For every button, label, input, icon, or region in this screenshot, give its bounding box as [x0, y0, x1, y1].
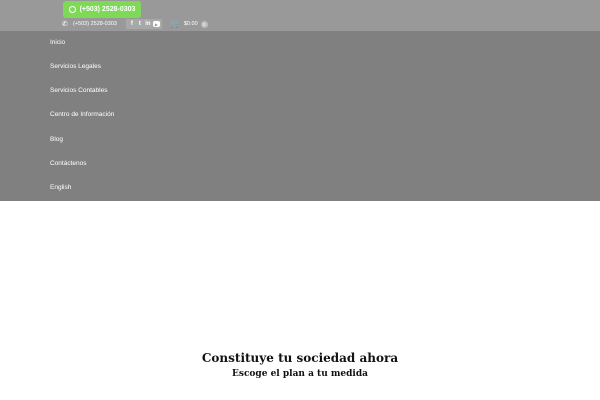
facebook-icon[interactable]: f [128, 20, 136, 28]
phone-icon: ✆ [62, 20, 68, 28]
nav-item-centro-de-informacion[interactable]: Centro de Información [50, 111, 114, 118]
nav-item-servicios-legales[interactable]: Servicios Legales [50, 63, 101, 70]
phone-number[interactable]: (+503) 2528-0303 [73, 21, 117, 27]
social-links: f t in ▶ [125, 19, 162, 29]
linkedin-icon[interactable]: in [144, 20, 152, 28]
mobile-nav-menu: Inicio Servicios Legales Servicios Conta… [0, 31, 600, 201]
nav-item-servicios-contables[interactable]: Servicios Contables [50, 87, 107, 94]
cart-icon: 🛒 [170, 19, 181, 28]
whatsapp-label: (+503) 2528-0303 [79, 6, 136, 13]
nav-item-english[interactable]: English [50, 184, 71, 191]
whatsapp-icon [68, 6, 76, 13]
nav-item-blog[interactable]: Blog [50, 136, 63, 143]
nav-item-contactenos[interactable]: Contáctenos [50, 160, 87, 167]
top-bar: (+503) 2528-0303 ✆ (+503) 2528-0303 f t … [0, 0, 600, 31]
cart-total: $0.00 [183, 21, 198, 27]
youtube-icon[interactable]: ▶ [152, 21, 160, 27]
cart-link[interactable]: 🛒 $0.00 0 [171, 20, 208, 28]
nav-item-inicio[interactable]: Inicio [50, 39, 65, 46]
contact-row: ✆ (+503) 2528-0303 f t in ▶ 🛒 $0.00 0 [62, 18, 208, 30]
twitter-icon[interactable]: t [136, 20, 144, 28]
hero-subtitle: Escoge el plan a tu medida [232, 369, 368, 379]
hero-title: Constituye tu sociedad ahora [201, 351, 399, 365]
cart-count-badge: 0 [200, 20, 208, 28]
whatsapp-button[interactable]: (+503) 2528-0303 [63, 1, 141, 18]
